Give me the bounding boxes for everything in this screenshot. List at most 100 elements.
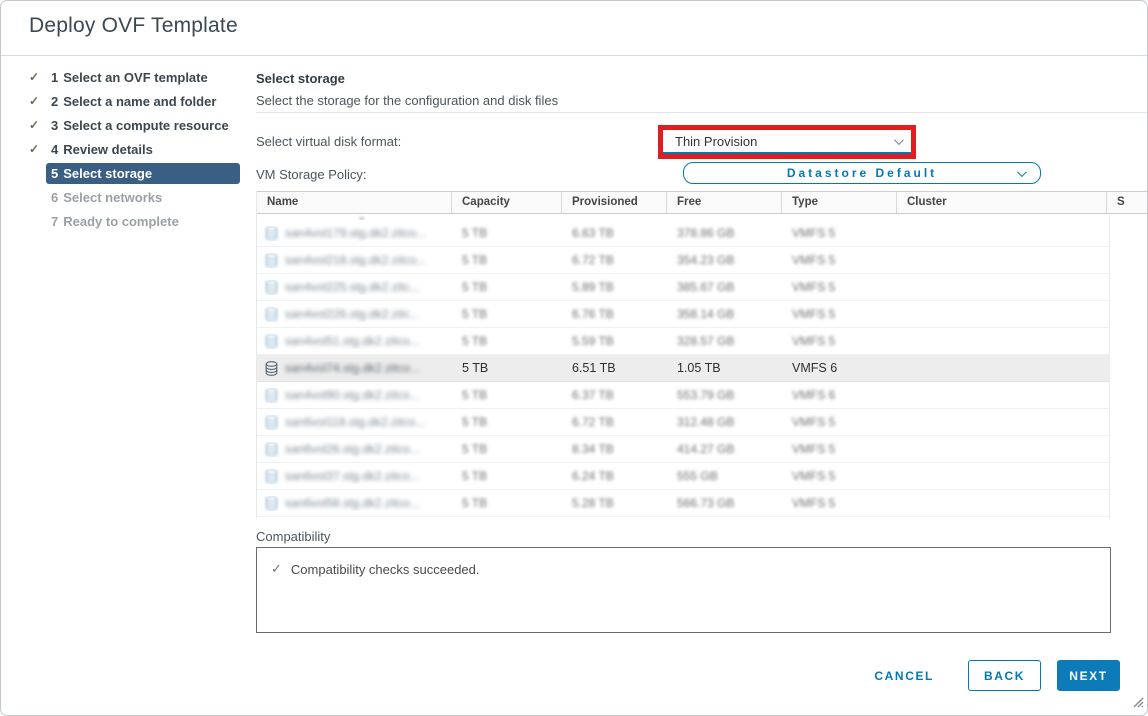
step-number: 3	[51, 118, 58, 133]
datastore-name: san6vol118.stg.dk2.zitco...	[285, 415, 426, 429]
scrolled-row-sliver: ⌄	[257, 214, 1148, 220]
step-number: 2	[51, 94, 58, 109]
resize-handle-icon[interactable]	[1133, 695, 1144, 713]
table-scrollbar-track[interactable]	[1109, 214, 1148, 519]
datastore-name: san4vol225.stg.dk2.zitc...	[285, 280, 420, 294]
datastore-name: san4vol51.stg.dk2.zitco...	[285, 334, 420, 348]
datastore-name: san4vol74.stg.dk2.zitco...	[285, 361, 420, 375]
column-header-name[interactable]: Name	[257, 192, 452, 213]
column-header-free[interactable]: Free	[667, 192, 782, 213]
datastore-free: 385.67 GB	[667, 280, 782, 294]
check-icon: ✓	[29, 94, 46, 108]
chevron-down-icon	[894, 135, 904, 145]
datastore-capacity: 5 TB	[452, 496, 562, 510]
step-review-details[interactable]: ✓ 4Review details	[29, 137, 245, 161]
column-header-type[interactable]: Type	[782, 192, 897, 213]
column-header-cluster[interactable]: Cluster	[897, 192, 1107, 213]
compatibility-message: Compatibility checks succeeded.	[291, 562, 480, 577]
step-number: 7	[51, 214, 58, 229]
table-row[interactable]: san4vol226.stg.dk2.zitc... 5 TB 6.76 TB …	[257, 301, 1110, 328]
step-select-storage[interactable]: 5Select storage	[29, 161, 245, 185]
datastore-name: san4vol90.stg.dk2.zitco...	[285, 388, 420, 402]
disk-format-select[interactable]: Thin Provision	[663, 130, 911, 154]
step-label: Select storage	[63, 166, 152, 181]
datastore-type: VMFS 5	[782, 469, 897, 483]
step-label: Ready to complete	[63, 214, 179, 229]
table-row[interactable]: san6vol37.stg.dk2.zitco... 5 TB 6.24 TB …	[257, 463, 1110, 490]
column-header-s[interactable]: S	[1107, 192, 1148, 213]
table-row[interactable]: san4vol74.stg.dk2.zitco... 5 TB 6.51 TB …	[257, 355, 1110, 382]
datastore-provisioned: 6.72 TB	[562, 415, 667, 429]
datastore-name: san4vol179.stg.dk2.zitco...	[285, 226, 426, 240]
datastore-type: VMFS 5	[782, 442, 897, 456]
datastore-name: san6vol37.stg.dk2.zitco...	[285, 469, 420, 483]
datastore-grid-body: ⌄ san4vol179.stg.dk2.zitco... 5 TB 6.63 …	[257, 214, 1148, 519]
column-header-provisioned[interactable]: Provisioned	[562, 192, 667, 213]
datastore-provisioned: 5.89 TB	[562, 280, 667, 294]
table-row[interactable]: san6vol26.stg.dk2.zitco... 5 TB 8.34 TB …	[257, 436, 1110, 463]
datastore-provisioned: 6.72 TB	[562, 253, 667, 267]
step-label: Select a name and folder	[63, 94, 216, 109]
check-icon: ✓	[29, 70, 46, 84]
datastore-free: 328.57 GB	[667, 334, 782, 348]
datastore-type: VMFS 6	[782, 388, 897, 402]
panel-heading: Select storage	[256, 71, 345, 86]
datastore-icon	[265, 361, 278, 376]
step-ready-to-complete[interactable]: 7 Ready to complete	[29, 209, 245, 233]
datastore-capacity: 5 TB	[452, 442, 562, 456]
table-row[interactable]: san4vol90.stg.dk2.zitco... 5 TB 6.37 TB …	[257, 382, 1110, 409]
wizard-steps: ✓ 1Select an OVF template ✓ 2 Select a na…	[29, 65, 245, 233]
datastore-capacity: 5 TB	[452, 226, 562, 240]
check-icon: ✓	[29, 142, 46, 156]
datastore-type: VMFS 5	[782, 253, 897, 267]
datastore-grid-header: Name Capacity Provisioned Free Type Clus…	[257, 191, 1148, 214]
datastore-free: 312.48 GB	[667, 415, 782, 429]
table-row[interactable]: san6vol58.stg.dk2.zitco... 5 TB 5.28 TB …	[257, 490, 1110, 517]
step-select-name-folder[interactable]: ✓ 2 Select a name and folder	[29, 89, 245, 113]
datastore-icon	[265, 442, 278, 457]
step-select-compute-resource[interactable]: ✓ 3Select a compute resource	[29, 113, 245, 137]
datastore-type: VMFS 5	[782, 226, 897, 240]
column-header-capacity[interactable]: Capacity	[452, 192, 562, 213]
table-row[interactable]: san4vol51.stg.dk2.zitco... 5 TB 5.59 TB …	[257, 328, 1110, 355]
datastore-type: VMFS 5	[782, 280, 897, 294]
dialog-title: Deploy OVF Template	[29, 14, 238, 38]
storage-policy-select[interactable]: Datastore Default	[683, 162, 1041, 184]
annotation-highlight-box: Thin Provision	[658, 125, 916, 159]
datastore-name: san4vol226.stg.dk2.zitc...	[285, 307, 420, 321]
datastore-capacity: 5 TB	[452, 253, 562, 267]
datastore-icon	[265, 307, 278, 322]
table-row[interactable]: san6vol118.stg.dk2.zitco... 5 TB 6.72 TB…	[257, 409, 1110, 436]
datastore-grid: Name Capacity Provisioned Free Type Clus…	[256, 191, 1148, 519]
step-select-ovf-template[interactable]: ✓ 1Select an OVF template	[29, 65, 245, 89]
step-select-networks[interactable]: 6 Select networks	[29, 185, 245, 209]
datastore-capacity: 5 TB	[452, 415, 562, 429]
datastore-provisioned: 6.37 TB	[562, 388, 667, 402]
datastore-icon	[265, 415, 278, 430]
table-row[interactable]: san4vol179.stg.dk2.zitco... 5 TB 6.63 TB…	[257, 220, 1110, 247]
datastore-type: VMFS 5	[782, 496, 897, 510]
cancel-button[interactable]: CANCEL	[868, 660, 940, 691]
datastore-icon	[265, 388, 278, 403]
datastore-icon	[265, 226, 278, 241]
step-number: 6	[51, 190, 58, 205]
datastore-type: VMFS 5	[782, 307, 897, 321]
datastore-type: VMFS 6	[782, 361, 897, 375]
table-row[interactable]: san4vol225.stg.dk2.zitc... 5 TB 5.89 TB …	[257, 274, 1110, 301]
datastore-capacity: 5 TB	[452, 388, 562, 402]
table-row[interactable]: san4vol218.stg.dk2.zitco... 5 TB 6.72 TB…	[257, 247, 1110, 274]
datastore-icon	[265, 496, 278, 511]
datastore-free: 1.05 TB	[667, 361, 782, 375]
step-label: Select networks	[63, 190, 162, 205]
step-label: Review details	[63, 142, 153, 157]
disk-format-value: Thin Provision	[675, 134, 757, 149]
storage-policy-label: VM Storage Policy:	[256, 167, 367, 182]
panel-subheading: Select the storage for the configuration…	[256, 93, 558, 108]
datastore-type: VMFS 5	[782, 415, 897, 429]
datastore-capacity: 5 TB	[452, 361, 562, 375]
back-button[interactable]: BACK	[968, 660, 1041, 691]
datastore-free: 566.73 GB	[667, 496, 782, 510]
next-button[interactable]: NEXT	[1057, 660, 1120, 691]
datastore-free: 555 GB	[667, 469, 782, 483]
datastore-provisioned: 5.28 TB	[562, 496, 667, 510]
